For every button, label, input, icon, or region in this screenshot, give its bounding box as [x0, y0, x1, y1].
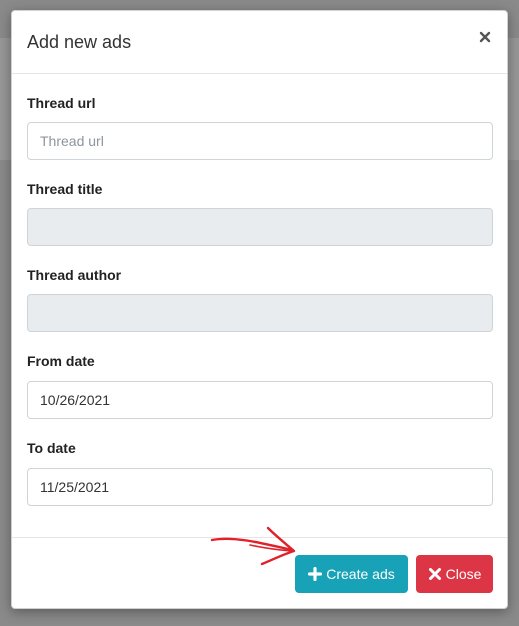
thread-author-input [27, 294, 493, 332]
add-ads-modal: Add new ads Thread url Thread title Thre… [11, 10, 508, 609]
plus-icon [308, 567, 323, 581]
thread-url-label: Thread url [27, 95, 96, 111]
modal-header: Add new ads [12, 11, 507, 74]
modal-title: Add new ads [27, 32, 132, 52]
from-date-label: From date [27, 353, 95, 369]
close-label: Close [445, 566, 482, 582]
create-ads-label: Create ads [326, 566, 395, 582]
thread-url-input[interactable] [27, 122, 493, 160]
modal-footer: Create ads Close [12, 537, 507, 610]
to-date-label: To date [27, 440, 76, 456]
times-icon [428, 567, 442, 581]
close-icon[interactable] [477, 29, 493, 45]
create-ads-button[interactable]: Create ads [295, 555, 408, 593]
thread-title-input [27, 208, 493, 246]
close-button[interactable]: Close [416, 555, 493, 593]
close-icon-glyph [479, 31, 491, 43]
thread-title-label: Thread title [27, 181, 103, 197]
to-date-input[interactable] [27, 468, 493, 506]
thread-author-label: Thread author [27, 267, 122, 283]
from-date-input[interactable] [27, 381, 493, 419]
